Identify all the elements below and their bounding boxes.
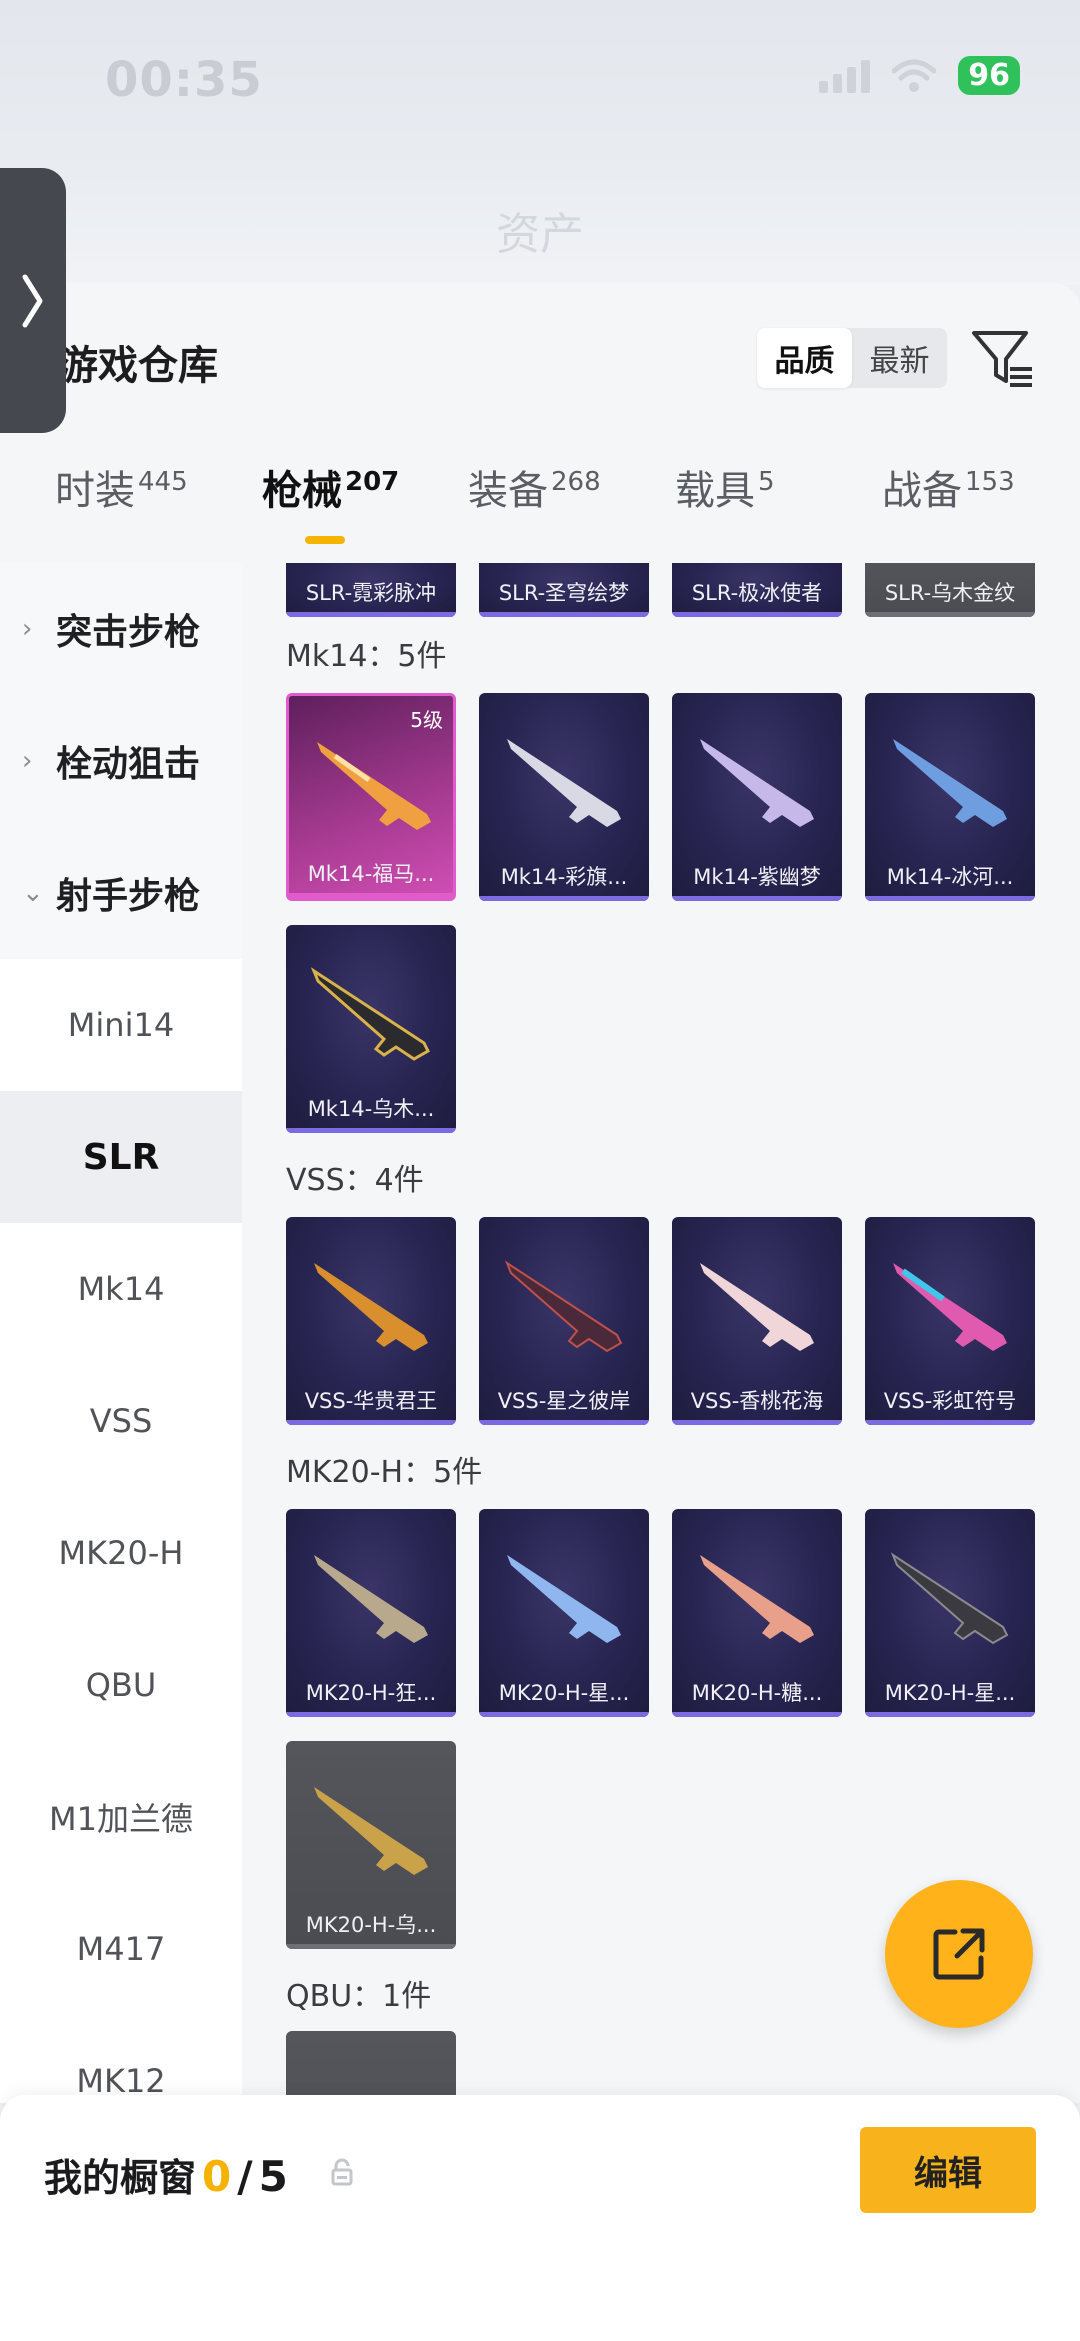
subnav-item-qbu[interactable]: QBU: [0, 1619, 242, 1751]
page-title: 资产: [496, 209, 584, 260]
subnav-item-vss[interactable]: VSS: [0, 1355, 242, 1487]
weapon-card[interactable]: MK20-H-乌...: [286, 1741, 456, 1949]
weapon-card[interactable]: SLR-圣穹绘梦: [479, 563, 649, 617]
rifle-icon: [700, 739, 814, 827]
sort-latest[interactable]: 最新: [852, 328, 947, 388]
status-time: 00:35: [105, 52, 263, 108]
subnav-group-bolt[interactable]: › 栓动狙击: [0, 695, 242, 827]
weapon-card[interactable]: MK20-H-糖...: [672, 1509, 842, 1717]
tab-vehicles[interactable]: 载具 5: [675, 458, 775, 516]
showcase-used-count: 0: [202, 2152, 232, 2201]
weapon-card[interactable]: Mk14-冰河...: [865, 693, 1035, 901]
subnav-item-mk12[interactable]: MK12: [0, 2015, 242, 2103]
section-label-mk14: Mk14：5件: [286, 639, 447, 674]
sort-quality[interactable]: 品质: [757, 328, 852, 388]
tab-supplies[interactable]: 战备 153: [882, 458, 1015, 516]
rifle-icon: [314, 1555, 428, 1643]
active-tab-indicator: [305, 536, 345, 544]
showcase-bar: 我的橱窗 0/5 编辑: [0, 2095, 1080, 2341]
rifle-icon: [893, 739, 1007, 827]
rifle-icon: [504, 1260, 623, 1353]
wifi-icon: [892, 59, 937, 92]
weapon-card[interactable]: MK20-H-狂...: [286, 1509, 456, 1717]
weapon-grid: SLR-霓彩脉冲 SLR-圣穹绘梦 SLR-极冰使者 SLR-乌木金纹 Mk14…: [242, 563, 1080, 2103]
weapon-card[interactable]: [286, 2031, 456, 2103]
rifle-icon: [890, 1552, 1009, 1645]
weapon-card[interactable]: VSS-彩虹符号: [865, 1217, 1035, 1425]
status-icons: 96: [819, 56, 1020, 95]
subnav-group-assault[interactable]: › 突击步枪: [0, 563, 242, 695]
filter-icon[interactable]: [970, 325, 1036, 391]
weapon-subnav: › 突击步枪 › 栓动狙击 ⌄ 射手步枪 Mini14 SLR Mk14 VSS MK…: [0, 563, 242, 2103]
chevron-right-icon: [22, 274, 43, 327]
tab-firearms[interactable]: 枪械 207: [262, 458, 399, 516]
rifle-icon: [317, 742, 431, 830]
weapon-card[interactable]: SLR-霓彩脉冲: [286, 563, 456, 617]
weapon-card[interactable]: SLR-乌木金纹: [865, 563, 1035, 617]
chevron-down-icon: ⌄: [22, 878, 44, 908]
panel-title: 游戏仓库: [58, 343, 218, 389]
battery-indicator: 96: [958, 56, 1020, 95]
tab-fashion[interactable]: 时装 445: [55, 458, 188, 516]
section-label-mk20h: MK20-H：5件: [286, 1455, 483, 1490]
lock-icon: [331, 2158, 353, 2186]
category-tabs: 时装 445 枪械 207 装备 268 载具 5 战备 153: [0, 458, 1080, 558]
chevron-right-icon: ›: [22, 746, 33, 776]
side-drawer-handle[interactable]: [0, 168, 66, 433]
chevron-right-icon: ›: [22, 614, 33, 644]
subnav-item-mk20h[interactable]: MK20-H: [0, 1487, 242, 1619]
rifle-icon: [700, 1263, 814, 1351]
share-icon: [933, 1928, 985, 1980]
subnav-item-m1garand[interactable]: M1加兰德: [0, 1751, 242, 1883]
rifle-icon: [700, 1555, 814, 1643]
edit-button[interactable]: 编辑: [860, 2127, 1036, 2213]
weapon-card[interactable]: MK20-H-星...: [865, 1509, 1035, 1717]
section-label-vss: VSS：4件: [286, 1163, 424, 1198]
section-label-qbu: QBU：1件: [286, 1979, 432, 2014]
rifle-icon: [507, 1555, 621, 1643]
warehouse-panel: 游戏仓库 品质 最新 时装 445 枪械 207 装备 268 载具 5 战备 153 ›…: [0, 283, 1080, 2103]
weapon-card[interactable]: SLR-极冰使者: [672, 563, 842, 617]
subnav-item-mk14[interactable]: Mk14: [0, 1223, 242, 1355]
weapon-card[interactable]: Mk14-乌木...: [286, 925, 456, 1133]
subnav-item-slr[interactable]: SLR: [0, 1091, 242, 1223]
showcase-label: 我的橱窗 0/5: [44, 2152, 288, 2201]
weapon-card[interactable]: MK20-H-星...: [479, 1509, 649, 1717]
top-bar: 00:35 96 资产: [0, 0, 1080, 285]
signal-icon: [819, 59, 871, 93]
rifle-icon: [893, 1263, 1007, 1351]
tab-equipment[interactable]: 装备 268: [468, 458, 601, 516]
subnav-item-mini14[interactable]: Mini14: [0, 959, 242, 1091]
weapon-card[interactable]: Mk14-紫幽梦: [672, 693, 842, 901]
weapon-card[interactable]: 5级 Mk14-福马...: [286, 693, 456, 901]
subnav-group-dmr[interactable]: ⌄ 射手步枪: [0, 827, 242, 959]
weapon-card[interactable]: VSS-香桃花海: [672, 1217, 842, 1425]
subnav-item-m417[interactable]: M417: [0, 1883, 242, 2015]
rifle-icon: [310, 967, 430, 1061]
rifle-icon: [314, 1787, 428, 1875]
sort-toggle: 品质 最新: [757, 328, 947, 388]
rifle-icon: [507, 739, 621, 827]
weapon-card[interactable]: VSS-华贵君王: [286, 1217, 456, 1425]
share-button[interactable]: [885, 1880, 1033, 2028]
weapon-card[interactable]: Mk14-彩旗...: [479, 693, 649, 901]
rifle-icon: [314, 1263, 428, 1351]
showcase-total-count: 5: [258, 2152, 288, 2201]
weapon-card[interactable]: VSS-星之彼岸: [479, 1217, 649, 1425]
